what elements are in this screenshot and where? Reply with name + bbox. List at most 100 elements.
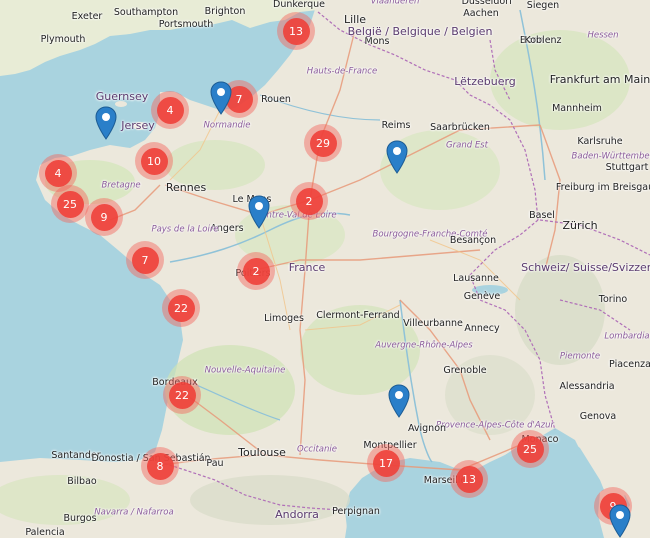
map-label: Palencia [25, 527, 65, 538]
map-label: Siegen [526, 0, 560, 12]
cluster-marker-poitiers[interactable]: 2 [237, 252, 275, 290]
map-label: Provence-Alpes-Côte d'Azur [435, 420, 555, 431]
cluster-marker-saint-nazaire[interactable]: 7 [126, 241, 164, 279]
cluster-marker-quimper[interactable]: 25 [51, 185, 89, 223]
cluster-count: 29 [309, 129, 337, 157]
map-pin-icon[interactable] [388, 384, 410, 418]
cluster-count: 4 [156, 96, 184, 124]
map-pin-icon[interactable] [95, 106, 117, 140]
map-label: Andorra [275, 508, 319, 522]
map-label: Toulouse [238, 446, 286, 460]
map-label: Villeurbanne [403, 318, 463, 330]
cluster-marker-lorient[interactable]: 9 [85, 198, 123, 236]
map-label: Piemonte [559, 351, 601, 362]
cluster-count: 17 [372, 449, 400, 477]
cluster-count: 4 [44, 159, 72, 187]
map-label: Mannheim [552, 103, 602, 115]
map-label: Freiburg im Breisgau [555, 182, 650, 194]
map-label: Mons [364, 36, 390, 48]
map-label: Guernsey [95, 90, 149, 104]
map-label: Avignon [407, 423, 447, 435]
cluster-marker-champagne[interactable]: 29 [304, 124, 342, 162]
map-label: Brighton [204, 6, 246, 18]
cluster-count: 7 [131, 246, 159, 274]
map-label: België / Belgique / Belgien [347, 25, 493, 39]
map-label: Southampton [113, 7, 179, 19]
map-label: Koblenz [524, 35, 562, 47]
cluster-count: 13 [282, 17, 310, 45]
map-label: Clermont-Ferrand [316, 310, 400, 322]
map-label: Hessen [587, 30, 619, 41]
map-pin-icon[interactable] [609, 504, 631, 538]
map-label: Zürich [562, 219, 598, 233]
map-label: Burgos [63, 513, 97, 525]
map-label: Lombardia [604, 331, 650, 342]
map-label: France [288, 261, 326, 275]
map-label: Perpignan [332, 506, 380, 518]
map-label: Torino [598, 294, 628, 306]
map-label: Dunkerque [273, 0, 325, 11]
map-label: Stuttgart [605, 162, 649, 174]
map-label: Genève [463, 291, 501, 303]
map-label: Vlaanderen [370, 0, 420, 7]
map-label: Basel [529, 210, 555, 222]
cluster-marker-marseille[interactable]: 13 [450, 460, 488, 498]
map-label: Occitanie [297, 444, 337, 455]
map-label: Grand Est [446, 140, 488, 151]
map-label: Navarra / Nafarroa [94, 507, 174, 518]
cluster-count: 22 [168, 381, 196, 409]
map-label: Karlsruhe [577, 136, 623, 148]
map-label: Düsseldorf [461, 0, 513, 8]
map-label: Reims [381, 120, 411, 132]
cluster-count: 13 [455, 465, 483, 493]
map-label: Auvergne-Rhône-Alpes [375, 340, 473, 351]
map-label: Pays de la Loire [151, 224, 219, 235]
map-label: Jersey [121, 119, 155, 133]
cluster-marker-orleans[interactable]: 2 [290, 182, 328, 220]
map-label: Grenoble [443, 365, 487, 377]
cluster-count: 22 [167, 294, 195, 322]
cluster-count: 25 [56, 190, 84, 218]
map-label: Plymouth [40, 34, 86, 46]
cluster-marker-nice[interactable]: 25 [511, 430, 549, 468]
cluster-marker-bayonne[interactable]: 8 [141, 447, 179, 485]
map-label: Nouvelle-Aquitaine [204, 365, 286, 376]
map-pin-icon[interactable] [386, 140, 408, 174]
cluster-count: 25 [516, 435, 544, 463]
map-pin-icon[interactable] [210, 81, 232, 115]
map-label: Normandie [203, 120, 251, 131]
cluster-count: 9 [90, 203, 118, 231]
map-label: Alessandria [559, 381, 615, 393]
cluster-count: 10 [140, 147, 168, 175]
map-label: Portsmouth [158, 19, 214, 31]
map-label: Lille [343, 13, 367, 27]
cluster-marker-saint-malo[interactable]: 10 [135, 142, 173, 180]
map-label: Schweiz/ Suisse/Svizzera/ Svizra [521, 261, 650, 275]
cluster-marker-dunkerque[interactable]: 13 [277, 12, 315, 50]
map-label: Bilbao [67, 476, 97, 488]
map-label: Rennes [165, 181, 207, 195]
map-label: Frankfurt am Main [549, 73, 650, 87]
cluster-marker-cotentin[interactable]: 4 [151, 91, 189, 129]
map-label: Rouen [261, 94, 291, 106]
map-label: Lausanne [453, 273, 499, 285]
map-label: Baden-Württemberg [571, 151, 650, 162]
map-label: Pau [206, 458, 224, 470]
cluster-marker-bordeaux[interactable]: 22 [163, 376, 201, 414]
map-view[interactable]: Dunkerque Lille Vlaanderen Mons België / Bel… [0, 0, 650, 538]
map-label: Saarbrücken [430, 122, 490, 134]
cluster-marker-montpellier[interactable]: 17 [367, 444, 405, 482]
map-label: Lëtzebuerg [454, 75, 516, 89]
map-label: Hauts-de-France [306, 66, 378, 77]
map-label: Piacenza [609, 359, 650, 371]
map-label: Aachen [463, 8, 499, 20]
map-label: Besançon [449, 235, 497, 247]
map-label: Exeter [71, 11, 103, 23]
map-pin-icon[interactable] [248, 195, 270, 229]
cluster-count: 2 [242, 257, 270, 285]
map-label: Bretagne [101, 180, 141, 191]
cluster-count: 8 [146, 452, 174, 480]
map-label: Annecy [464, 323, 500, 335]
cluster-marker-vendee[interactable]: 22 [162, 289, 200, 327]
cluster-count: 2 [295, 187, 323, 215]
